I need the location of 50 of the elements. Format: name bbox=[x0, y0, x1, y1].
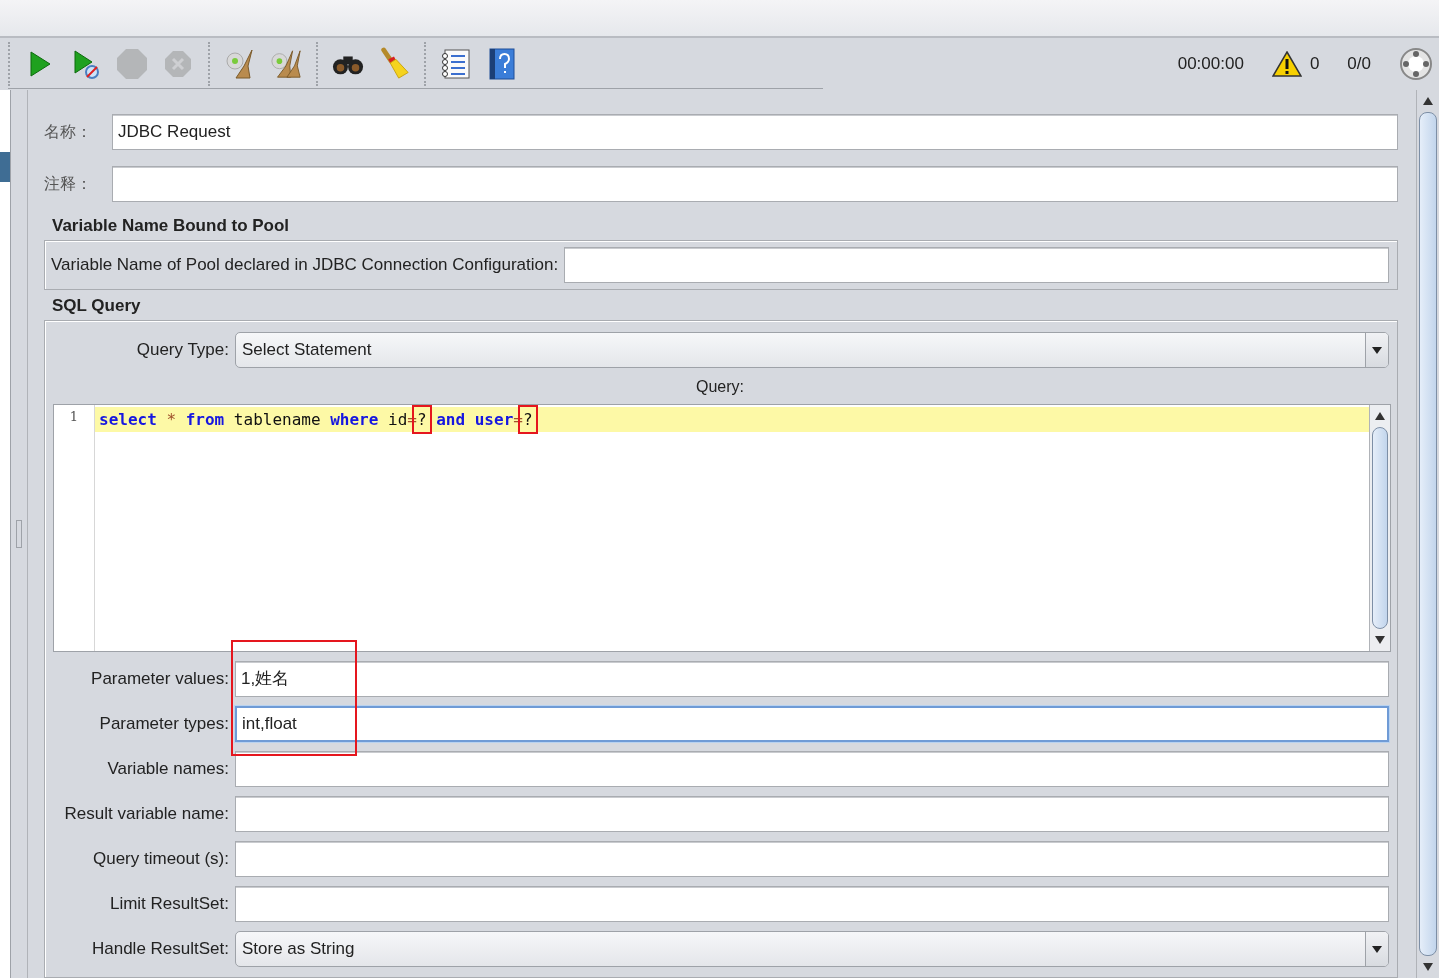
section-title: Variable Name Bound to Pool bbox=[51, 215, 291, 237]
warning-icon bbox=[1271, 51, 1302, 77]
pool-name-field[interactable] bbox=[564, 247, 1389, 283]
stop-icon bbox=[116, 48, 148, 80]
input-field[interactable]: 1,姓名 bbox=[235, 660, 1389, 697]
scrollbar[interactable] bbox=[1369, 405, 1390, 651]
thread-count: 0/0 bbox=[1347, 54, 1371, 74]
scroll-up-icon[interactable] bbox=[1375, 412, 1385, 420]
broom-icon bbox=[378, 47, 410, 81]
field-label: Result variable name: bbox=[63, 803, 229, 824]
warning-count: 0 bbox=[1309, 54, 1320, 74]
query-type-dropdown[interactable]: Select Statement bbox=[235, 331, 1389, 368]
input-field[interactable]: int,float bbox=[235, 705, 1389, 742]
input-field[interactable] bbox=[235, 750, 1389, 787]
scroll-down-icon[interactable] bbox=[1423, 963, 1433, 971]
scroll-down-icon[interactable] bbox=[1375, 636, 1385, 644]
field-label: Query timeout (s): bbox=[91, 848, 229, 869]
field-label: Parameter types: bbox=[98, 713, 229, 734]
name-label: 名称： bbox=[44, 121, 93, 142]
scroll-up-icon[interactable] bbox=[1423, 97, 1433, 105]
handle-resultset-dropdown[interactable]: Store as String bbox=[235, 930, 1389, 967]
close-icon bbox=[164, 50, 192, 78]
comments-label: 注释： bbox=[44, 173, 93, 194]
splitter-handle[interactable] bbox=[16, 520, 22, 548]
field-label: Variable names: bbox=[106, 758, 229, 779]
field-label: Handle ResultSet: bbox=[90, 938, 229, 959]
list-icon bbox=[440, 48, 472, 80]
input-field[interactable] bbox=[235, 885, 1389, 922]
play-icon bbox=[72, 49, 100, 79]
remote-icon[interactable] bbox=[1399, 47, 1433, 81]
field-label: Query Type: bbox=[135, 339, 229, 360]
query-caption: Query: bbox=[695, 377, 745, 397]
field-label: Limit ResultSet: bbox=[108, 893, 229, 914]
field-label: Parameter values: bbox=[90, 668, 229, 689]
name-field[interactable]: JDBC Request bbox=[112, 114, 1398, 150]
tree-selection bbox=[0, 152, 10, 182]
field-label: Variable Name of Pool declared in JDBC Connection Configuration: bbox=[51, 255, 559, 275]
help-icon bbox=[489, 48, 515, 80]
broom-icon bbox=[270, 48, 302, 80]
elapsed-time: 00:00:00 bbox=[1177, 54, 1244, 74]
play-icon bbox=[28, 50, 52, 78]
section-title: SQL Query bbox=[51, 295, 142, 317]
caret-icon bbox=[1365, 332, 1388, 367]
input-field[interactable] bbox=[235, 795, 1389, 832]
comments-field[interactable] bbox=[112, 166, 1398, 202]
input-field[interactable] bbox=[235, 840, 1389, 877]
line-number: 1 bbox=[69, 409, 79, 424]
scrollbar[interactable] bbox=[1416, 90, 1439, 978]
caret-icon bbox=[1365, 931, 1388, 966]
broom-icon bbox=[224, 48, 256, 80]
